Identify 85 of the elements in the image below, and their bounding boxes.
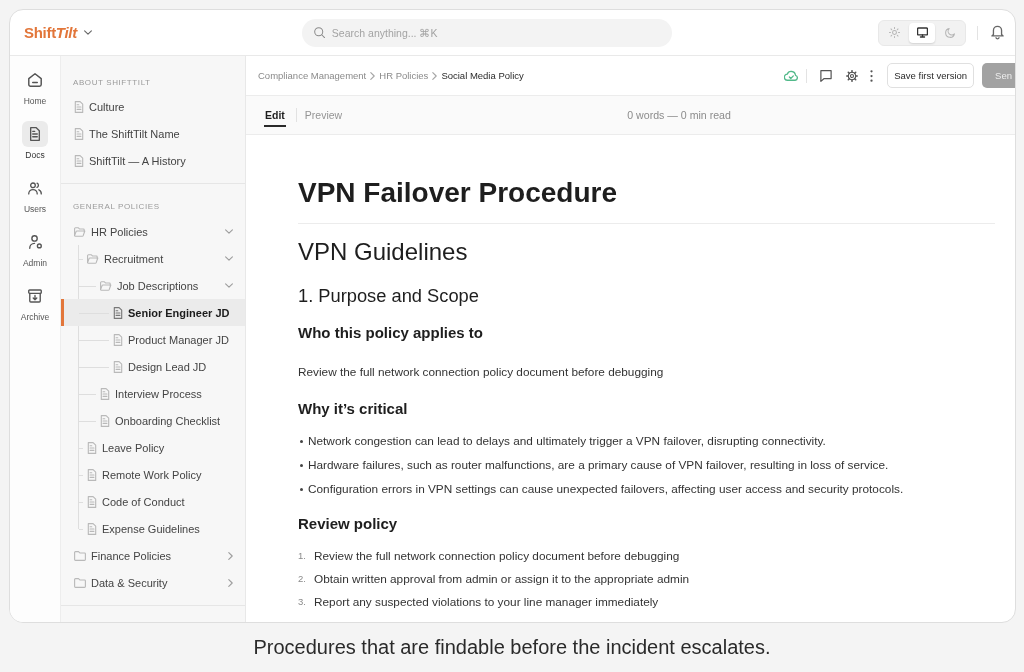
caption: Procedures that are findable before the incident escalates. (253, 636, 771, 659)
section-title: GENERAL POLICIES (73, 201, 160, 213)
document-icon (113, 360, 123, 373)
chevron-right-icon (370, 71, 376, 80)
moon-icon (945, 27, 955, 38)
document-icon (113, 333, 123, 346)
sidebar-item[interactable]: Code of Conduct (61, 488, 245, 515)
list-item-text: Configuration errors in VPN settings can cause unexpected failovers, affecting user access and security protocols. (308, 481, 904, 497)
sidebar-item[interactable]: The ShiftTilt Name (61, 120, 245, 147)
save-version-button[interactable]: Save first version (887, 63, 975, 88)
section-heading: Who this policy applies to (298, 323, 483, 343)
list-number: 3. (298, 595, 307, 609)
folder-icon (87, 253, 99, 264)
chevron-right-icon (432, 71, 438, 80)
sidebar-item[interactable]: Onboarding Checklist (61, 407, 245, 434)
sidebar-item[interactable]: Interview Process (61, 380, 245, 407)
sidebar-item[interactable]: Recruitment (61, 245, 245, 272)
folder-icon (74, 577, 86, 588)
archive-box-icon (28, 289, 42, 303)
list-item-text: Report any suspected violations to your line manager immediately (314, 594, 659, 610)
section-heading: Why it’s critical (298, 399, 408, 419)
document-icon (87, 441, 97, 454)
monitor-icon (916, 27, 928, 38)
folder-icon (100, 280, 112, 291)
paragraph: Review the full network connection policy document before debugging (298, 364, 664, 380)
search-field[interactable]: Search anything... ⌘K (301, 18, 672, 47)
bullet-icon (300, 439, 303, 443)
sidebar-item[interactable]: Culture (61, 93, 245, 120)
sidebar-item[interactable]: Senior Engineer JD (61, 299, 245, 326)
list-item-text: Review the full network connection policy document before debugging (314, 548, 680, 564)
nav-rail-item[interactable]: Admin (22, 229, 48, 268)
breadcrumb-item[interactable]: Compliance Management (258, 70, 367, 81)
document-icon (74, 154, 84, 167)
settings-icon[interactable] (846, 69, 859, 82)
document-icon (87, 522, 97, 535)
sidebar-item[interactable]: ShiftTilt — A History (61, 147, 245, 174)
editor-tab[interactable]: Edit (264, 109, 286, 127)
section-title: ABOUT SHIFTTILT (73, 77, 151, 89)
user-gear-icon (28, 235, 42, 249)
list-item-text: Obtain written approval from admin or assign it to the appropriate admin (314, 571, 690, 587)
word-count: 0 words — 0 min read (627, 109, 731, 121)
home-icon (28, 73, 42, 87)
document-icon (74, 100, 84, 113)
sidebar-item[interactable]: Product Manager JD (61, 326, 245, 353)
users-icon (28, 181, 42, 195)
list-item-text: Hardware failures, such as router malfunctions, are a primary cause of VPN failover, resulting in loss of service. (308, 457, 889, 473)
bell-icon[interactable] (991, 25, 1004, 40)
nav-rail-item[interactable]: Users (22, 175, 48, 214)
theme-option[interactable] (909, 22, 935, 43)
subheading: 1. Purpose and Scope (298, 284, 479, 308)
sidebar-item[interactable]: Finance Policies (61, 542, 245, 569)
sidebar-item[interactable]: HR Policies (61, 218, 245, 245)
sun-icon (888, 27, 900, 38)
list-number: 2. (298, 572, 307, 586)
sidebar-item[interactable]: Remote Work Policy (61, 461, 245, 488)
nav-rail-item[interactable]: Archive (20, 283, 50, 322)
more-icon[interactable] (870, 69, 874, 82)
bullet-icon (300, 487, 303, 491)
sidebar-item[interactable]: Expense Guidelines (61, 515, 245, 542)
heading: VPN Guidelines (298, 237, 468, 267)
list-item-text: Network congestion can lead to delays and ultimately trigger a VPN failover, disrupting connectivity. (308, 433, 826, 449)
folder-icon (74, 550, 86, 561)
cloud-check-icon (784, 70, 799, 81)
breadcrumb-item[interactable]: Social Media Policy (441, 70, 524, 81)
list-number: 1. (298, 549, 307, 563)
section-heading: Review policy (298, 514, 398, 534)
sidebar-item[interactable]: Leave Policy (61, 434, 245, 461)
document-icon (87, 495, 97, 508)
folder-icon (74, 226, 86, 237)
sidebar-item[interactable]: Design Lead JD (61, 353, 245, 380)
document-icon (100, 387, 110, 400)
document-icon (113, 306, 123, 319)
document-icon (100, 414, 110, 427)
nav-rail-item[interactable]: Home (22, 67, 48, 106)
bullet-icon (300, 463, 303, 467)
chevron-down-icon (83, 30, 92, 35)
sidebar-item[interactable]: Job Descriptions (61, 272, 245, 299)
document-icon (29, 127, 41, 141)
comment-icon[interactable] (820, 69, 833, 82)
document-icon (74, 127, 84, 140)
sidebar-item[interactable]: Data & Security (61, 569, 245, 596)
breadcrumb-item[interactable]: HR Policies (379, 70, 429, 81)
document-title: VPN Failover Procedure (298, 176, 617, 210)
search-icon (313, 27, 325, 38)
document-icon (87, 468, 97, 481)
